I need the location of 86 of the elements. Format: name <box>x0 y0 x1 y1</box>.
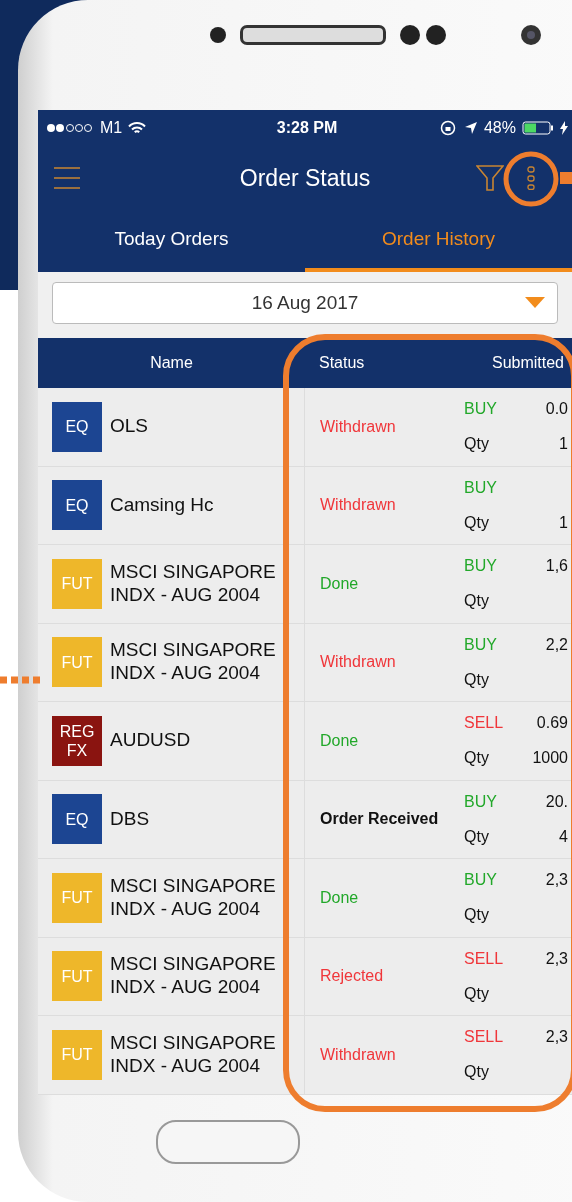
orientation-lock-icon <box>439 120 458 136</box>
column-header: Submitted <box>491 354 564 372</box>
sensor-icon <box>208 25 228 45</box>
instrument-name: AUDUSD <box>110 729 191 753</box>
quantity-label: Qty <box>464 1063 489 1082</box>
sensor-icon <box>398 24 448 46</box>
order-side: SELL <box>464 1028 504 1047</box>
instrument-name: MSCI SINGAPORE INDX - AUG 2004 <box>110 874 277 921</box>
instrument-type-badge: REG FX <box>52 715 102 766</box>
highlight-marker <box>560 172 572 184</box>
quantity-label: Qty <box>464 513 489 532</box>
instrument-type-badge: EQ <box>52 480 102 531</box>
order-status: Done <box>320 888 359 907</box>
instrument-name: MSCI SINGAPORE INDX - AUG 2004 <box>110 953 277 1000</box>
caret-icon <box>525 297 545 308</box>
screen-title: Order Status <box>239 164 371 192</box>
date-dropdown[interactable]: 16 Aug 2017 <box>52 282 558 324</box>
wifi-icon <box>128 121 147 135</box>
home-button[interactable] <box>156 1119 300 1164</box>
instrument-type-badge: FUT <box>52 872 102 923</box>
quantity-label: Qty <box>464 749 489 768</box>
quantity-label: Qty <box>464 827 489 846</box>
column-header: Name <box>149 354 194 372</box>
quantity-label: Qty <box>464 592 489 611</box>
quantity-label: Qty <box>464 670 489 689</box>
quantity-label: Qty <box>464 984 489 1003</box>
leader-line <box>0 676 40 684</box>
instrument-type-badge: FUT <box>52 1029 102 1080</box>
order-quantity: 1 <box>559 513 568 532</box>
order-row[interactable]: EQ DBS Order Received BUY 20. Qty 4 <box>38 780 572 859</box>
tab[interactable]: Today Orders <box>38 210 305 272</box>
menu-icon[interactable] <box>54 166 80 190</box>
clock-time: 3:28 PM <box>276 119 338 137</box>
order-price: 1,6 <box>545 557 568 576</box>
order-quantity: 4 <box>559 827 568 846</box>
instrument-name: Camsing Hc <box>110 493 214 517</box>
order-price: 0.69 <box>536 714 568 733</box>
order-side: BUY <box>464 400 497 419</box>
order-status: Done <box>320 731 359 750</box>
filter-icon[interactable] <box>476 164 504 192</box>
order-price: 2,3 <box>545 871 568 890</box>
order-side: BUY <box>464 635 497 654</box>
column-header: Status <box>318 354 366 372</box>
instrument-name: DBS <box>110 807 150 831</box>
quantity-label: Qty <box>464 435 489 454</box>
order-status: Done <box>320 574 359 593</box>
order-status: Rejected <box>320 967 384 986</box>
instrument-type-badge: EQ <box>52 401 102 452</box>
instrument-type-badge: FUT <box>52 951 102 1002</box>
highlight-circle <box>502 150 560 208</box>
location-arrow-icon <box>463 121 478 135</box>
order-side: SELL <box>464 714 504 733</box>
order-price: 0.0 <box>545 400 568 419</box>
signal-dots-icon <box>46 123 94 133</box>
instrument-type-badge: FUT <box>52 558 102 609</box>
order-side: BUY <box>464 478 497 497</box>
instrument-name: OLS <box>110 415 149 439</box>
order-row[interactable]: EQ OLS Withdrawn BUY 0.0 Qty 1 <box>38 388 572 467</box>
quantity-label: Qty <box>464 906 489 925</box>
order-price: 2,2 <box>545 635 568 654</box>
order-side: SELL <box>464 949 504 968</box>
order-side: BUY <box>464 557 497 576</box>
order-row[interactable]: EQ Camsing Hc Withdrawn BUY Qty 1 <box>38 466 572 545</box>
more-icon[interactable] <box>526 166 536 190</box>
order-side: BUY <box>464 871 497 890</box>
order-price: 2,3 <box>545 949 568 968</box>
order-price: 20. <box>545 792 568 811</box>
order-quantity: 1 <box>559 435 568 454</box>
charging-icon <box>560 121 568 135</box>
instrument-type-badge: EQ <box>52 794 102 845</box>
order-side: BUY <box>464 792 497 811</box>
order-status: Withdrawn <box>320 417 396 436</box>
order-quantity: 1000 <box>532 749 568 768</box>
order-status: Order Received <box>320 810 439 829</box>
battery-icon <box>522 121 554 135</box>
order-price: 2,3 <box>545 1028 568 1047</box>
instrument-type-badge: FUT <box>52 637 102 688</box>
order-status: Withdrawn <box>320 1045 396 1064</box>
battery-percent: 48% <box>483 119 516 137</box>
camera-icon <box>520 24 542 46</box>
order-status: Withdrawn <box>320 496 396 515</box>
instrument-name: MSCI SINGAPORE INDX - AUG 2004 <box>110 1031 277 1078</box>
instrument-name: MSCI SINGAPORE INDX - AUG 2004 <box>110 639 277 686</box>
carrier-name: M1 <box>100 119 123 137</box>
order-status: Withdrawn <box>320 653 396 672</box>
instrument-name: MSCI SINGAPORE INDX - AUG 2004 <box>110 560 277 607</box>
